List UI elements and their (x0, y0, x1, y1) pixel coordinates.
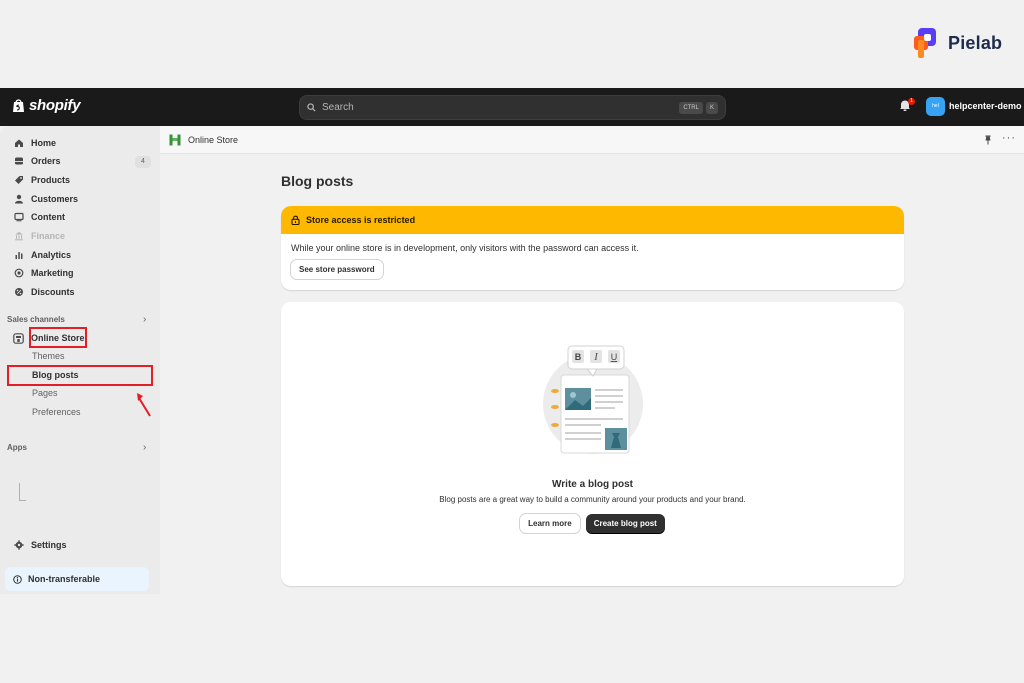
search-icon (307, 103, 316, 112)
home-icon (13, 138, 24, 149)
tag-icon (13, 175, 24, 186)
sidebar-item-label: Home (31, 138, 57, 148)
format-glyph-i: I (593, 352, 598, 363)
discount-icon (13, 287, 24, 298)
sidebar-item-label: Products (31, 175, 71, 185)
sidebar-item-discounts[interactable]: Discounts (13, 284, 75, 300)
search-placeholder: Search (322, 102, 354, 113)
blog-post-illustration: B I U (543, 345, 643, 454)
gear-icon (13, 540, 24, 551)
sidebar-item-marketing[interactable]: Marketing (13, 265, 74, 281)
lock-icon (291, 215, 300, 225)
sidebar-item-label: Analytics (31, 250, 72, 260)
shopify-logo[interactable]: shopify (12, 97, 81, 114)
shopify-bag-icon (13, 99, 24, 112)
store-restricted-banner: Store access is restricted While your on… (281, 206, 904, 290)
pielab-logo-icon (912, 26, 942, 60)
content-icon (13, 212, 24, 223)
more-options-icon[interactable]: ··· (1002, 132, 1016, 144)
blog-posts-highlight (7, 365, 153, 386)
banner-header: Store access is restricted (281, 206, 904, 234)
main-content: Online Store ··· Blog posts Store access… (160, 126, 1024, 594)
info-icon (13, 574, 22, 584)
page-title: Blog posts (281, 173, 354, 189)
sidebar-item-label: Content (31, 212, 65, 222)
sidebar-subitem-preferences[interactable]: Preferences (32, 407, 81, 417)
sidebar-item-label: Customers (31, 194, 79, 204)
online-store-app-icon (169, 134, 181, 146)
top-bar: shopify Search CTRL K 1 hel helpcenter-d… (0, 88, 1024, 126)
sidebar-item-label: Marketing (31, 268, 74, 278)
bank-icon (13, 231, 24, 242)
breadcrumb[interactable]: Online Store (169, 134, 238, 146)
sidebar-item-content[interactable]: Content (13, 209, 65, 225)
sidebar-item-orders[interactable]: Orders (13, 153, 61, 169)
pielab-wordmark: Pielab (948, 32, 1003, 53)
sidebar-item-label: Settings (31, 540, 67, 550)
apps-heading: Apps (7, 443, 27, 452)
non-transferable-notice[interactable]: Non-transferable (5, 567, 149, 591)
non-transferable-label: Non-transferable (28, 574, 101, 584)
blog-posts-empty-state: B I U Write a blog post Blog posts are a… (281, 302, 904, 586)
learn-more-button[interactable]: Learn more (520, 514, 580, 533)
online-store-highlight (29, 327, 87, 348)
red-arrow-annotation (137, 393, 151, 417)
search-input[interactable]: Search CTRL K (299, 95, 726, 120)
empty-state-actions: Learn more Create blog post (281, 514, 904, 533)
create-blog-post-button[interactable]: Create blog post (585, 514, 665, 533)
breadcrumb-label: Online Store (188, 135, 239, 145)
store-avatar[interactable]: hel (926, 97, 945, 116)
sidebar-item-label: Finance (31, 231, 66, 241)
sidebar-item-label: Discounts (31, 287, 75, 297)
bar-chart-icon (13, 250, 24, 261)
store-name[interactable]: helpcenter-demo (949, 101, 1022, 111)
chevron-right-icon[interactable]: › (143, 314, 146, 325)
sidebar-item-home[interactable]: Home (13, 135, 56, 151)
target-icon (13, 268, 24, 279)
app-header: Online Store ··· (160, 126, 1024, 154)
sidebar-subitem-pages[interactable]: Pages (32, 388, 58, 398)
chevron-right-icon[interactable]: › (143, 442, 146, 453)
empty-state-description: Blog posts are a great way to build a co… (439, 495, 746, 504)
sidebar-item-products[interactable]: Products (13, 172, 70, 188)
shortcut-key-k: K (705, 101, 718, 114)
format-glyph-u: U (611, 352, 618, 362)
orders-count-badge: 4 (135, 156, 151, 168)
see-store-password-button[interactable]: See store password (291, 260, 383, 279)
store-icon (13, 332, 24, 344)
shopify-wordmark: shopify (29, 97, 81, 114)
sidebar-item-settings[interactable]: Settings (13, 537, 67, 553)
tree-branch-line (19, 483, 26, 501)
format-glyph-b: B (575, 352, 582, 362)
empty-state-title: Write a blog post (552, 479, 633, 490)
person-icon (13, 194, 24, 205)
sidebar-item-label: Orders (31, 156, 61, 166)
orders-icon (13, 156, 24, 167)
shortcut-key-ctrl: CTRL (679, 101, 703, 114)
pielab-watermark: Pielab (912, 26, 1002, 60)
sidebar-item-analytics[interactable]: Analytics (13, 247, 71, 263)
sidebar-item-finance: Finance (13, 228, 65, 244)
sidebar: Home Orders Products Customers Content F… (0, 126, 160, 594)
sidebar-subitem-themes[interactable]: Themes (32, 351, 65, 361)
pin-icon[interactable] (984, 135, 992, 147)
sales-channels-heading: Sales channels (7, 315, 65, 324)
notification-count-badge: 1 (908, 98, 915, 105)
sidebar-item-customers[interactable]: Customers (13, 191, 78, 207)
banner-body: While your online store is in developmen… (281, 234, 904, 288)
banner-message: While your online store is in developmen… (291, 243, 639, 253)
banner-title: Store access is restricted (306, 215, 416, 225)
